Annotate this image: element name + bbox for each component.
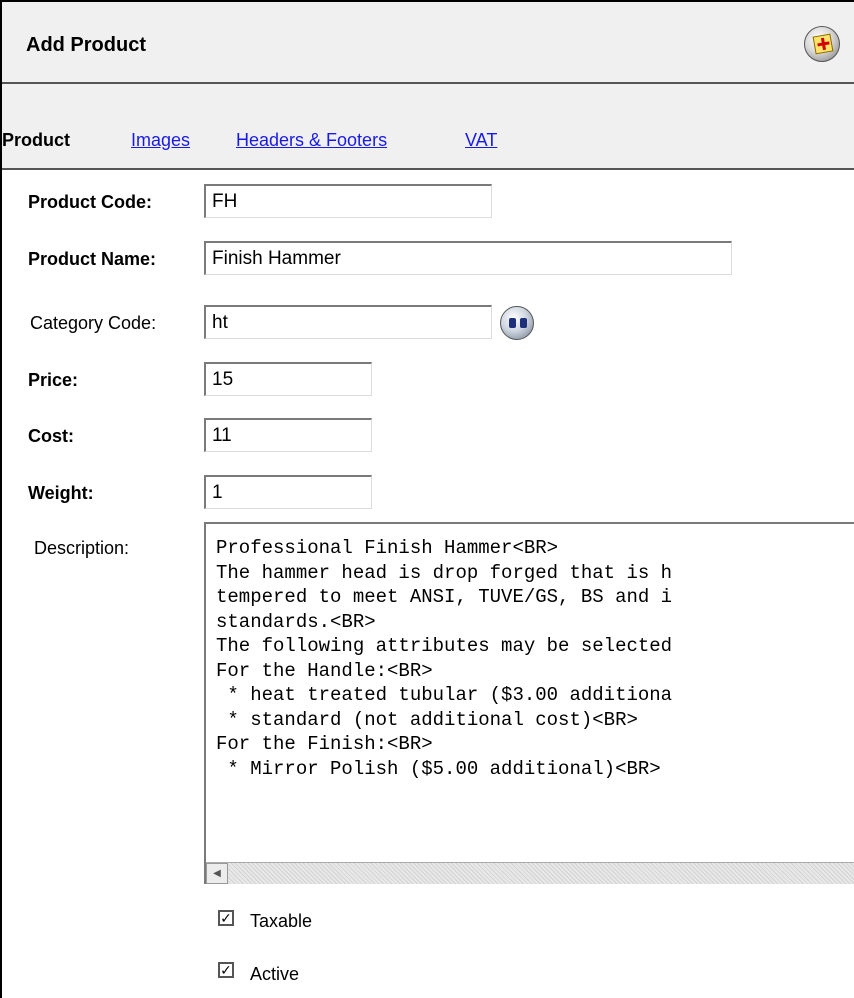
tab-bar (2, 84, 854, 170)
close-icon[interactable] (804, 26, 840, 62)
weight-input[interactable] (204, 475, 372, 509)
tab-product[interactable]: Product (2, 130, 70, 151)
tab-vat[interactable]: VAT (465, 130, 497, 151)
category-code-input[interactable] (204, 305, 492, 339)
price-label: Price: (28, 370, 79, 390)
scroll-left-icon[interactable]: ◀ (206, 863, 228, 884)
product-code-label: Product Code: (28, 192, 152, 212)
product-name-input[interactable] (204, 241, 732, 275)
cost-label: Cost: (28, 426, 74, 446)
description-text: Professional Finish Hammer<BR> The hamme… (216, 537, 673, 780)
active-label: Active (250, 964, 300, 984)
taxable-checkbox[interactable]: ✓ (218, 910, 234, 926)
binoculars-icon[interactable] (500, 306, 534, 340)
title-bar: Add Product (2, 0, 854, 84)
cost-input[interactable] (204, 418, 372, 452)
category-code-label: Category Code: (30, 313, 157, 333)
dialog-title: Add Product (26, 34, 146, 56)
tab-headers-footers[interactable]: Headers & Footers (236, 130, 387, 151)
product-code-input[interactable] (204, 184, 492, 218)
tab-images[interactable]: Images (131, 130, 190, 151)
weight-label: Weight: (28, 483, 94, 503)
active-checkbox[interactable]: ✓ (218, 962, 234, 978)
price-input[interactable] (204, 362, 372, 396)
description-label: Description: (34, 538, 130, 558)
horizontal-scrollbar[interactable]: ◀ (206, 862, 854, 884)
description-textarea[interactable]: Professional Finish Hammer<BR> The hamme… (204, 522, 854, 884)
product-name-label: Product Name: (28, 249, 157, 269)
taxable-label: Taxable (250, 911, 313, 931)
